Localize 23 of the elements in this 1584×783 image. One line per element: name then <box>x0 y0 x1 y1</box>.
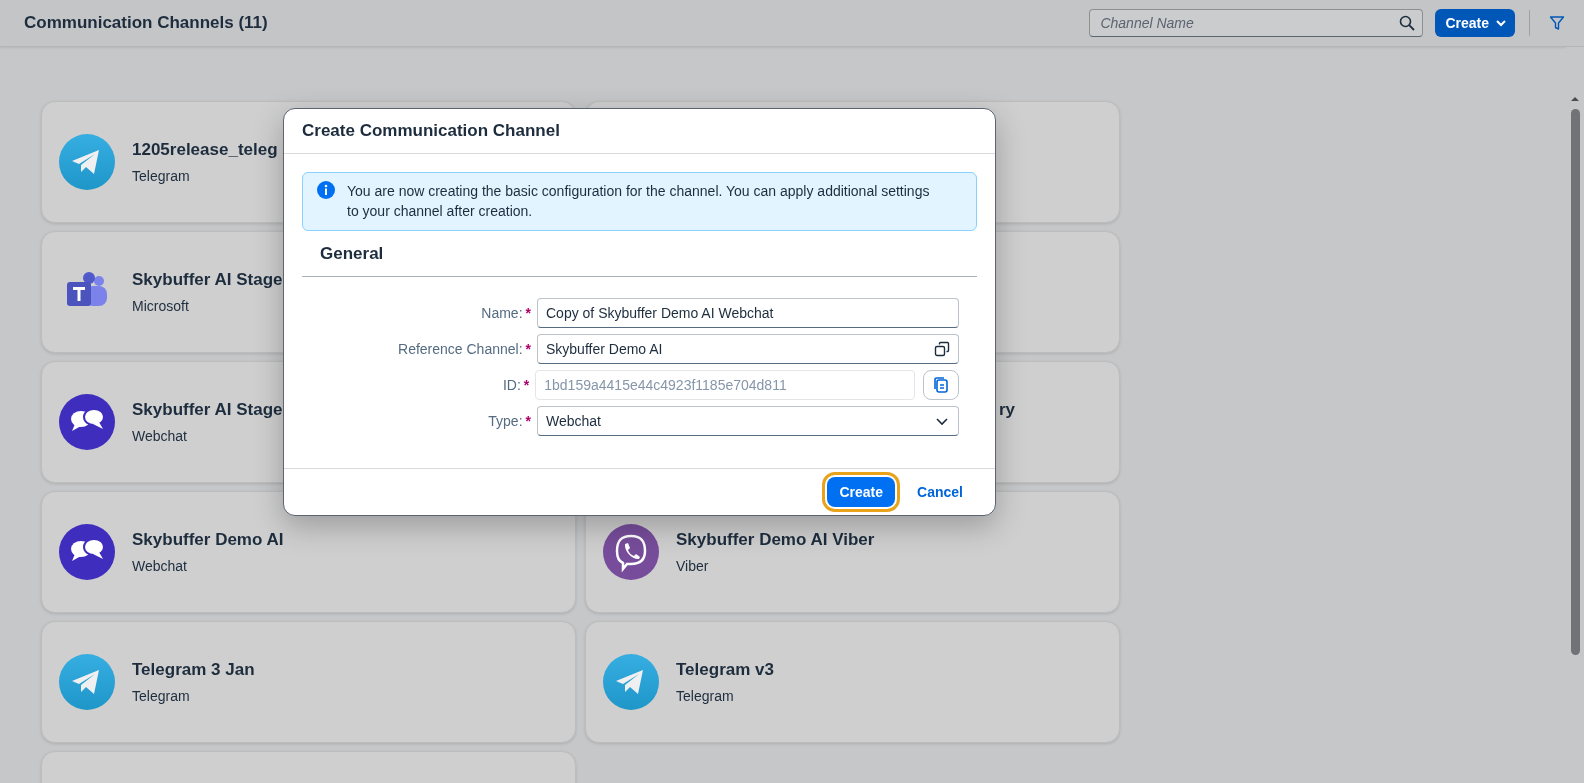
field-label: ID: * <box>501 377 531 393</box>
card-title: Skybuffer Demo AI Viber <box>676 530 875 550</box>
field-label: Type: * <box>487 413 532 429</box>
card-title: Telegram 3 Jan <box>132 660 255 680</box>
card-title: Skybuffer AI Stage <box>132 270 283 290</box>
card-subtitle: Microsoft <box>132 298 190 314</box>
field-label: Reference Channel: * <box>397 341 532 357</box>
card-title: Skybuffer AI Stage <box>132 400 283 420</box>
card-subtitle: Viber <box>676 558 710 574</box>
card-title: Skybuffer Demo AI <box>132 530 284 550</box>
field-label: Name: * <box>480 305 532 321</box>
card-title: ry <box>999 400 1016 420</box>
card-subtitle: Webchat <box>132 558 188 574</box>
page-title: Communication Channels (11) <box>24 13 269 33</box>
dialog-title: Create Communication Channel <box>302 121 560 141</box>
card-title: Telegram v3 <box>676 660 774 680</box>
section-title: General <box>302 231 977 277</box>
card-subtitle: Telegram <box>676 688 735 704</box>
card-subtitle: Telegram <box>132 688 191 704</box>
card-subtitle: Telegram <box>132 168 191 184</box>
card-title: 1205release_teleg <box>132 140 278 160</box>
card-subtitle: Webchat <box>132 428 188 444</box>
info-message: You are now creating the basic configuration for the channel. You can apply additional settings to your channel after creation. <box>347 182 931 221</box>
